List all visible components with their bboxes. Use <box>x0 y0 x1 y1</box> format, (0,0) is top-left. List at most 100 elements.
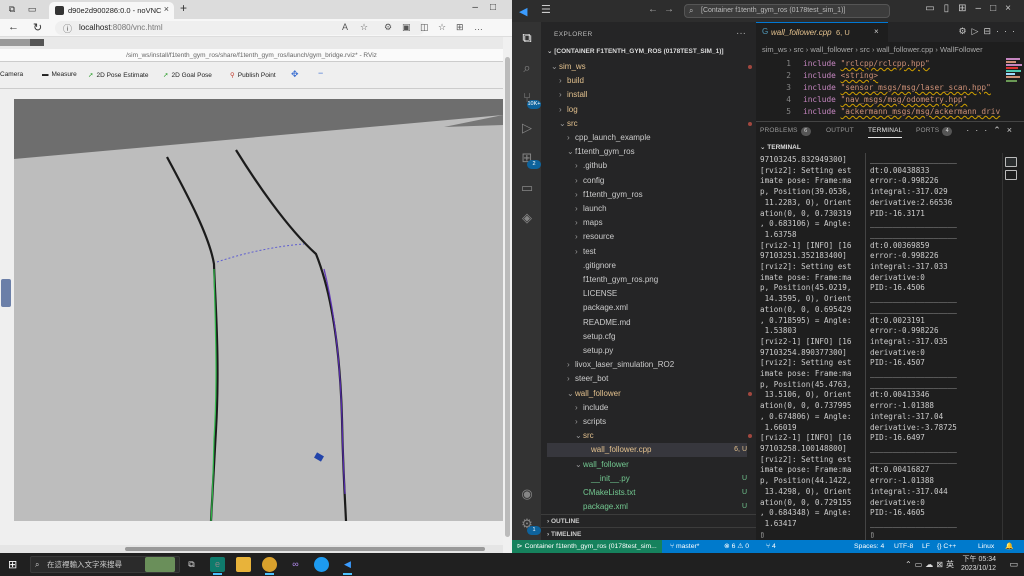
more-icon[interactable]: … <box>474 22 483 32</box>
tree-item[interactable]: .gitignore <box>575 259 616 273</box>
encoding-indicator[interactable]: UTF-8 <box>894 540 913 553</box>
tree-item[interactable]: setup.cfg <box>575 330 615 344</box>
run-debug-icon[interactable]: ▷ <box>519 120 535 136</box>
workspaces-icon[interactable]: ⧉ <box>5 3 19 16</box>
terminal-session-icon[interactable] <box>1005 170 1017 180</box>
split-icon[interactable]: ◫ <box>420 22 429 33</box>
rviz-horizontal-scrollbar[interactable] <box>0 545 503 553</box>
tree-item[interactable]: wall_follower.cpp <box>547 443 747 458</box>
remote-indicator[interactable]: ⊳ Container f1tenth_gym_ros (0178test_si… <box>512 540 662 553</box>
move-camera-icon[interactable]: ✥ <box>291 69 299 80</box>
vscode-taskbar-icon[interactable]: ◀ <box>340 557 355 575</box>
favorite-star-icon[interactable]: ☆ <box>360 22 368 33</box>
tab-wall-follower-cpp[interactable]: G wall_follower.cpp 6, U × <box>756 22 888 42</box>
tree-item[interactable]: CMakeLists.txt <box>575 486 635 500</box>
system-tray-icons[interactable]: ⌃▭☁⊠英 <box>905 559 957 570</box>
tool-camera[interactable]: Camera <box>0 71 23 78</box>
tree-item[interactable]: › launch <box>575 202 607 216</box>
timeline-section[interactable]: › TIMELINE <box>541 527 756 540</box>
terminal-output-right[interactable]: ___________________ dt:0.00438833 error:… <box>870 155 957 540</box>
favorites-icon[interactable]: ☆ <box>438 22 446 33</box>
tab-terminal[interactable]: TERMINAL <box>868 127 903 138</box>
tree-item[interactable]: › install <box>559 88 587 102</box>
tool-measure[interactable]: ▬ Measure <box>42 71 77 78</box>
browser-vertical-scrollbar[interactable] <box>503 37 512 553</box>
vscode-window-controls[interactable]: ▭▯⊞–□× <box>925 3 1020 14</box>
tree-item[interactable]: __init__.py <box>583 472 630 486</box>
nav-arrows[interactable]: ←→ <box>648 4 680 15</box>
app-icon[interactable] <box>314 557 329 572</box>
tab-actions-icon[interactable]: ▭ <box>25 3 39 16</box>
tree-item[interactable]: LICENSE <box>575 287 617 301</box>
task-view-icon[interactable]: ⧉ <box>184 557 199 572</box>
notifications-icon[interactable]: 🔔 <box>1005 540 1013 553</box>
code-line[interactable]: 2 include <string> <box>756 70 1004 81</box>
command-center-search[interactable]: ⌕ [Container f1tenth_gym_ros (0178test_si… <box>684 4 890 18</box>
scroll-thumb[interactable] <box>125 547 485 551</box>
tree-item[interactable]: ⌄wall_follower <box>567 387 621 401</box>
os-indicator[interactable]: Linux <box>978 540 994 553</box>
language-indicator[interactable]: {} C++ <box>937 540 956 553</box>
eol-indicator[interactable]: LF <box>922 540 930 553</box>
terminal-session-icon[interactable] <box>1005 157 1017 167</box>
tree-item[interactable]: › resource <box>575 230 614 244</box>
outline-section[interactable]: › OUTLINE <box>541 514 756 527</box>
code-line[interactable]: 5 include "ackermann_msgs/msg/ackermann_d… <box>756 106 1004 117</box>
weather-widget-icon[interactable] <box>145 557 175 572</box>
tree-item[interactable]: › log <box>559 103 578 117</box>
docker-icon[interactable]: ◈ <box>519 210 535 226</box>
terminal-split-divider[interactable] <box>865 153 866 541</box>
tree-item[interactable]: ⌄f1tenth_gym_ros <box>567 145 635 159</box>
tree-item[interactable]: › f1tenth_gym_ros <box>575 188 643 202</box>
tree-item[interactable]: package.xml <box>575 500 628 514</box>
explorer-icon[interactable]: ⧉ <box>519 30 535 46</box>
tree-item[interactable]: README.md <box>575 316 631 330</box>
tree-item[interactable]: › include <box>575 401 608 415</box>
new-tab-button[interactable]: + <box>180 1 187 15</box>
editor-actions[interactable]: ⚙▷⊟··· <box>958 26 1020 37</box>
branch-indicator[interactable]: ⑂ master* <box>670 540 699 553</box>
tool-2d-goal-pose[interactable]: ➚ 2D Goal Pose <box>163 71 212 79</box>
tree-item[interactable]: › steer_bot <box>567 372 608 386</box>
tab-ports[interactable]: PORTS 4 <box>916 127 953 136</box>
ports-indicator[interactable]: ⑂ 4 <box>766 540 776 553</box>
collections-icon[interactable]: ▣ <box>402 22 411 33</box>
tool-publish-point[interactable]: ⚲ Publish Point <box>230 71 276 79</box>
tree-item[interactable]: ⌄wall_follower <box>575 458 629 472</box>
tree-item[interactable]: ⌄src <box>559 117 578 131</box>
code-line[interactable]: 1 include "rclcpp/rclcpp.hpp" <box>756 58 1004 69</box>
code-line[interactable]: 4 include "nav_msgs/msg/odometry.hpp" <box>756 94 1004 105</box>
read-aloud-icon[interactable]: A <box>342 22 348 32</box>
close-tab-icon[interactable]: × <box>874 27 879 36</box>
tree-item[interactable]: ⌄src <box>575 429 594 443</box>
rviz-3d-viewport[interactable] <box>14 99 503 521</box>
notification-center-icon[interactable]: ▭ <box>1009 559 1018 570</box>
info-icon[interactable]: ⓘ <box>63 22 72 35</box>
clock[interactable]: 下午 05:34 2023/10/12 <box>961 555 996 573</box>
code-line[interactable]: 3 include "sensor_msgs/msg/laser_scan.hpp… <box>756 82 1004 93</box>
minimap[interactable] <box>1004 56 1024 121</box>
tree-item[interactable]: › config <box>575 174 604 188</box>
tree-item[interactable]: › scripts <box>575 415 606 429</box>
tree-item[interactable]: ⌄sim_ws <box>551 60 586 74</box>
browser-tab-active[interactable]: d90e2d900286:0.0 - noVNC × <box>49 2 174 19</box>
panel-controls[interactable]: ···⌃× <box>966 125 1018 136</box>
chrome-icon[interactable] <box>262 557 277 575</box>
tree-item[interactable]: package.xml <box>575 301 628 315</box>
tree-item[interactable]: › test <box>575 245 596 259</box>
visual-studio-icon[interactable]: ∞ <box>288 557 303 572</box>
tab-output[interactable]: OUTPUT <box>826 127 854 134</box>
file-explorer-icon[interactable] <box>236 557 251 572</box>
tree-item[interactable]: › maps <box>575 216 603 230</box>
indentation-indicator[interactable]: Spaces: 4 <box>854 540 884 553</box>
tree-item[interactable]: f1tenth_gym_ros.png <box>575 273 658 287</box>
close-tab-icon[interactable]: × <box>164 4 169 14</box>
search-icon[interactable]: ⌕ <box>519 60 535 76</box>
scroll-thumb[interactable] <box>505 57 510 537</box>
back-icon[interactable]: ← <box>8 21 19 33</box>
tool-2d-pose-estimate[interactable]: ➚ 2D Pose Estimate <box>88 71 148 79</box>
workspace-root[interactable]: ⌄ [CONTAINER F1TENTH_GYM_ROS (0178TEST_S… <box>547 47 724 55</box>
tree-item[interactable]: › build <box>559 74 584 88</box>
tree-item[interactable]: setup.py <box>575 344 613 358</box>
windows-start-icon[interactable]: ⊞ <box>8 558 21 571</box>
